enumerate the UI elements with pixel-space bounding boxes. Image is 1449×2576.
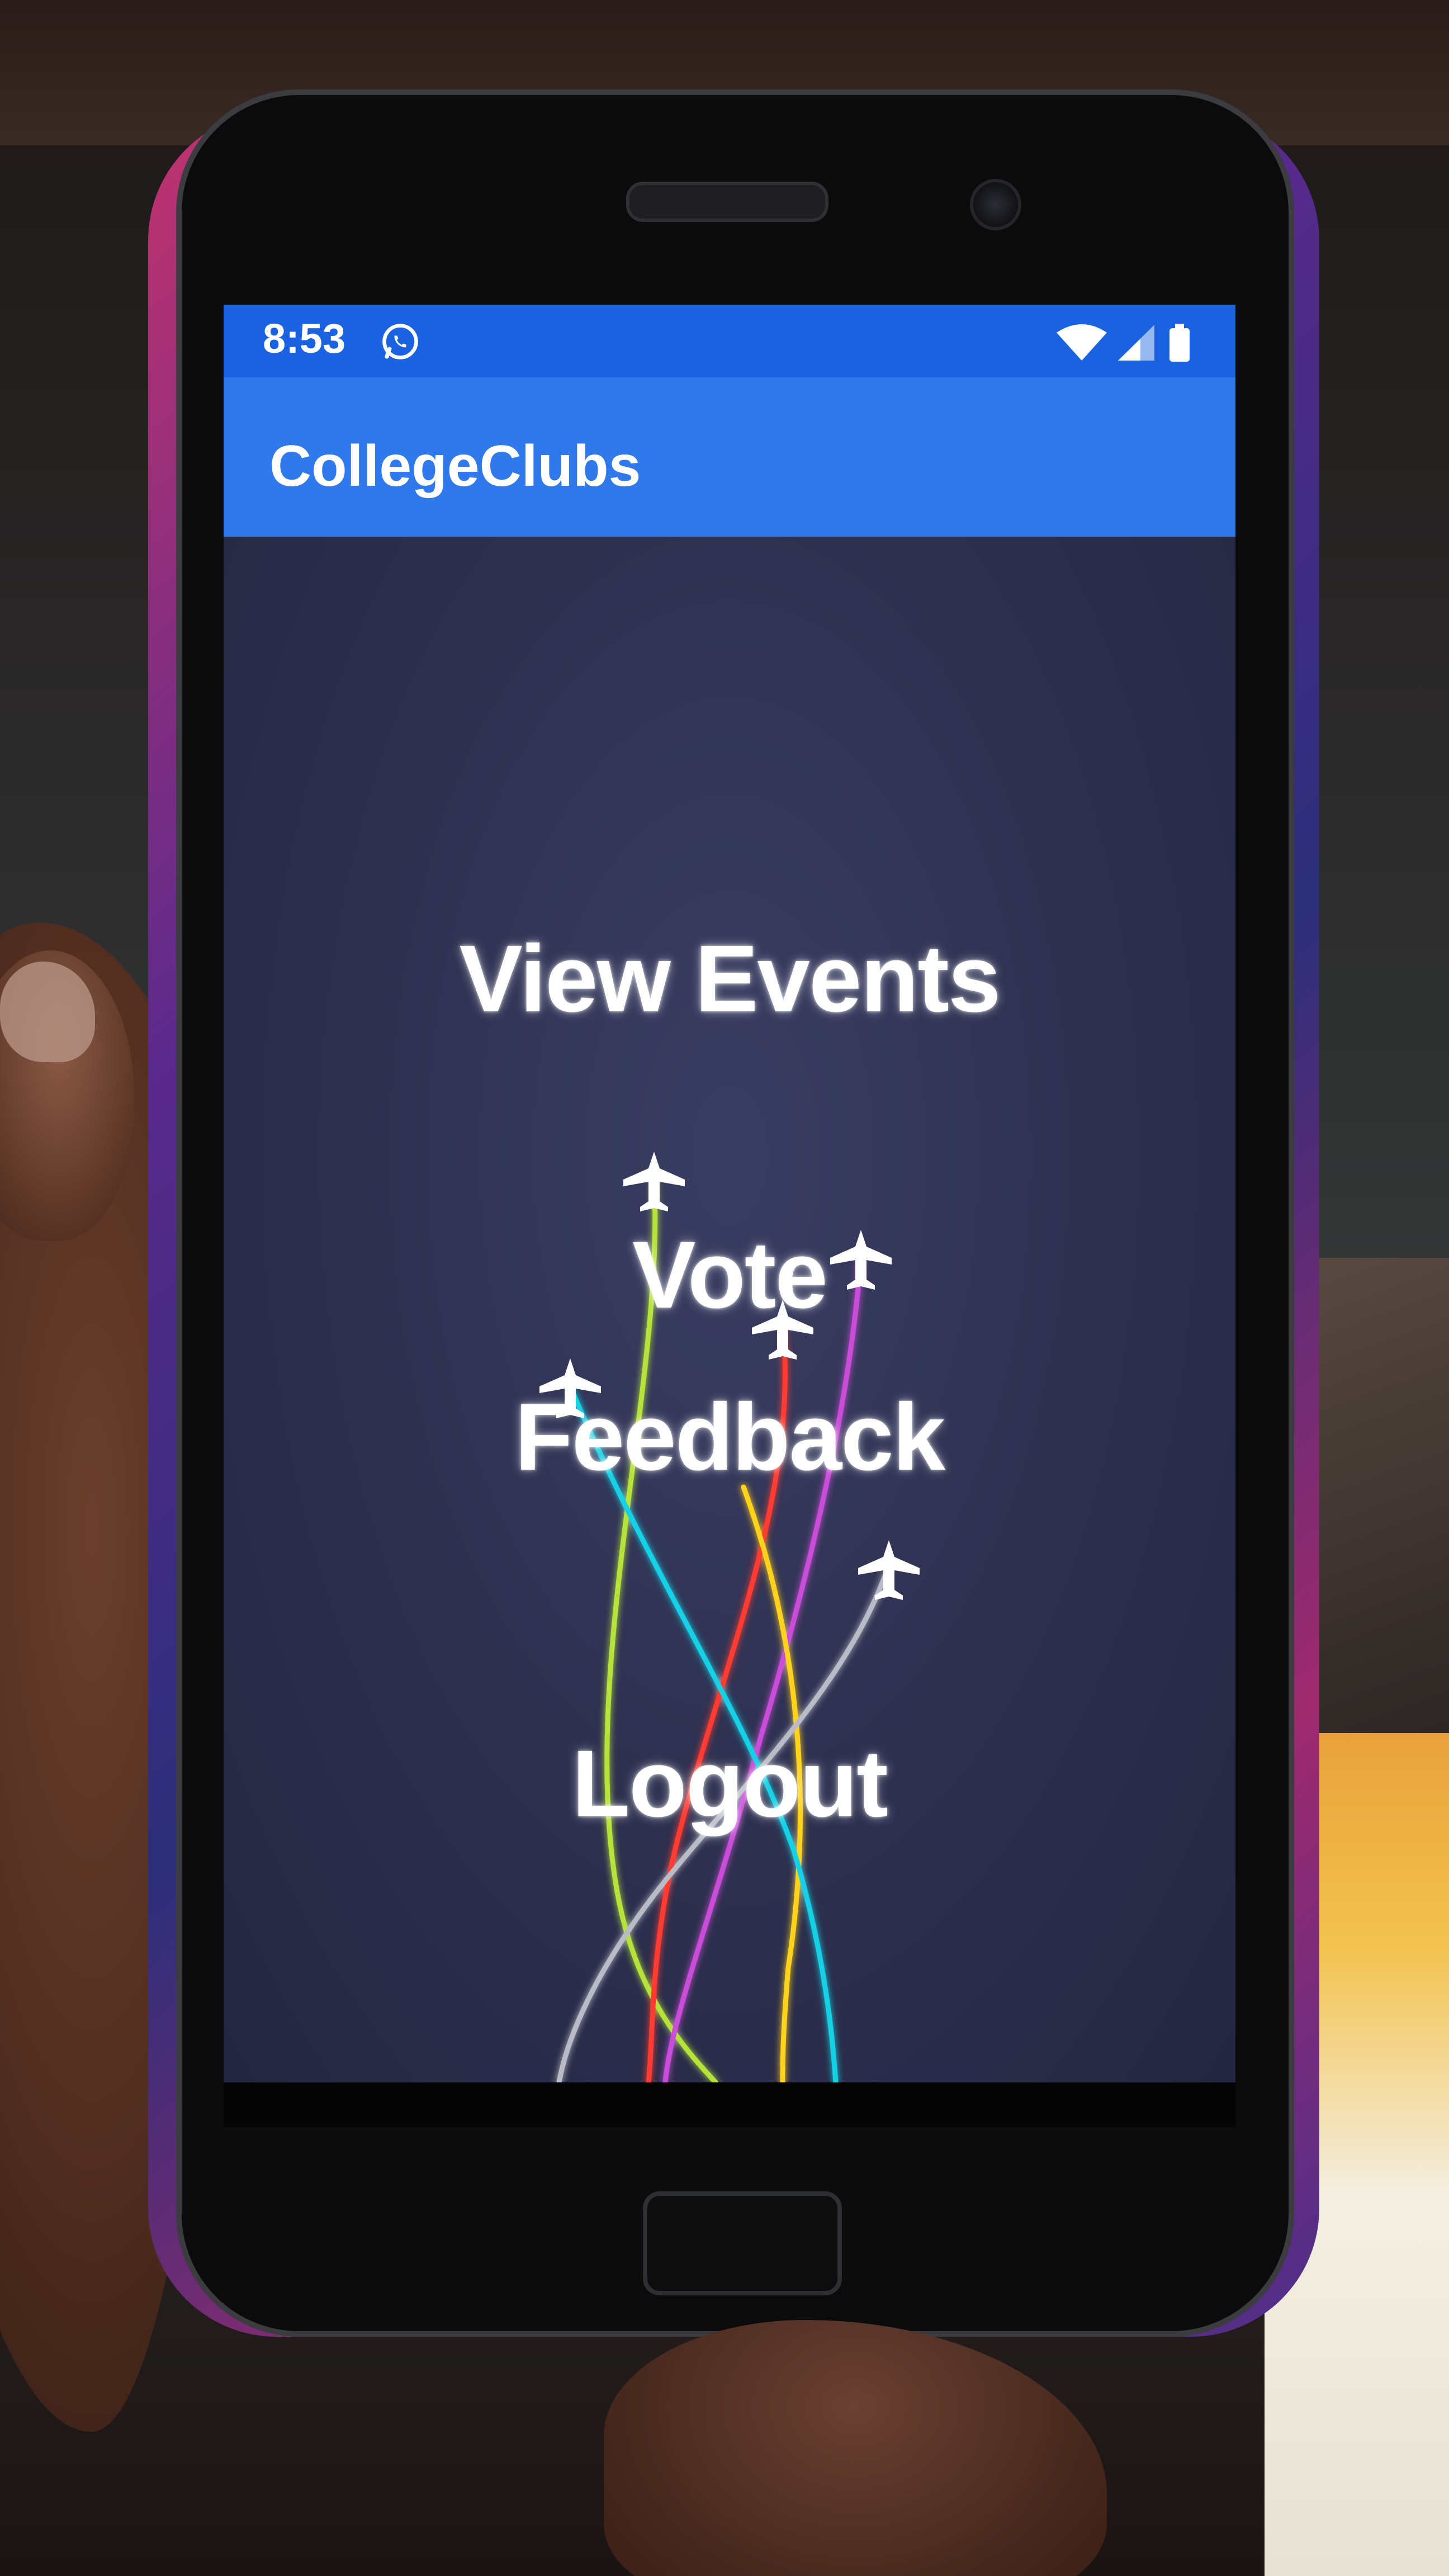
app-bar: CollegeClubs (224, 377, 1235, 537)
status-bar: 8:53 (224, 305, 1235, 377)
phone-screen: 8:53 CollegeClubs View Events Vote Feedb… (224, 305, 1235, 2082)
status-time: 8:53 (263, 315, 346, 362)
whatsapp-icon (382, 324, 418, 359)
airplane-icon (539, 1152, 920, 1600)
finger-bottom (604, 2320, 1107, 2576)
battery-icon (1169, 324, 1190, 362)
main-content: View Events Vote Feedback Logout (224, 537, 1235, 2082)
signal-icon (1118, 325, 1154, 361)
photo-scene: 8:53 CollegeClubs View Events Vote Feedb… (0, 0, 1449, 2576)
feedback-button[interactable]: Feedback (224, 1382, 1235, 1492)
wifi-icon (1057, 324, 1107, 361)
earpiece-icon (626, 182, 828, 222)
logout-button[interactable]: Logout (224, 1729, 1235, 1839)
vote-button[interactable]: Vote (224, 1220, 1235, 1330)
app-title: CollegeClubs (269, 434, 641, 499)
front-camera-icon (970, 179, 1021, 230)
view-events-button[interactable]: View Events (224, 924, 1235, 1034)
status-icons (1057, 324, 1190, 362)
home-button[interactable] (643, 2191, 842, 2295)
screen-bezel-bottom (224, 2082, 1235, 2127)
